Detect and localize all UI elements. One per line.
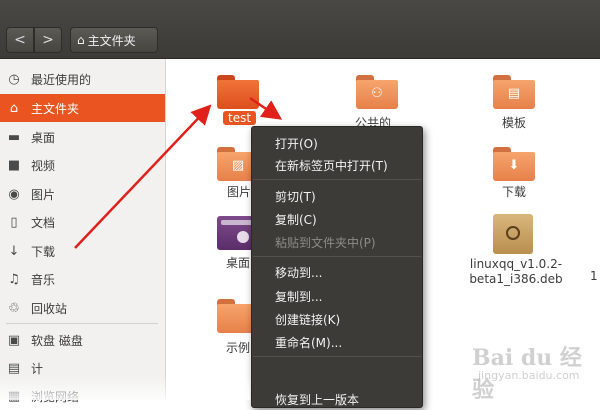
file-label-deb[interactable]: linuxqq_v1.0.2-beta1_i386.deb bbox=[466, 257, 566, 287]
sidebar-item-label: 计 bbox=[31, 361, 44, 376]
chevron-right-icon: > bbox=[42, 32, 54, 48]
file-label-examples[interactable]: 示例 bbox=[226, 339, 250, 356]
menu-item-open[interactable]: 打开(O) bbox=[275, 135, 318, 152]
file-label-partial[interactable]: 1 bbox=[590, 269, 598, 283]
document-icon: ▯ bbox=[10, 214, 18, 230]
menu-item-copy-to[interactable]: 复制到... bbox=[275, 288, 322, 305]
sidebar-item-music[interactable]: ♫ 音乐 bbox=[0, 265, 165, 293]
forward-button[interactable]: > bbox=[34, 27, 62, 53]
header-bar: < > ⌂ 主文件夹 bbox=[0, 0, 600, 59]
sidebar-item-downloads[interactable]: ↓ 下载 bbox=[0, 237, 165, 265]
menu-item-move-to[interactable]: 移动到... bbox=[275, 264, 322, 281]
download-arrow-icon: ⬇ bbox=[508, 158, 520, 173]
sidebar: ◷ 最近使用的 ⌂ 主文件夹 ▬ 桌面 ■ 视频 ◉ 图片 ▯ 文档 ↓ 下载 … bbox=[0, 59, 166, 404]
floppy-icon: ▣ bbox=[7, 332, 21, 348]
sidebar-item-videos[interactable]: ■ 视频 bbox=[0, 151, 165, 179]
sidebar-item-label: 软盘 磁盘 bbox=[31, 333, 83, 348]
file-label-pictures[interactable]: 图片 bbox=[227, 183, 251, 200]
bottom-fade bbox=[0, 376, 250, 400]
sidebar-item-label: 下载 bbox=[31, 244, 56, 259]
template-icon: ▤ bbox=[507, 86, 521, 101]
desktop-icon: ▬ bbox=[7, 129, 21, 145]
baidu-watermark-url: jingyan.baidu.com bbox=[478, 369, 580, 382]
trash-icon: ♲ bbox=[8, 300, 20, 316]
menu-item-copy[interactable]: 复制(C) bbox=[275, 211, 317, 228]
file-label-templates[interactable]: 模板 bbox=[502, 114, 526, 131]
sidebar-item-label: 视频 bbox=[31, 158, 56, 173]
music-icon: ♫ bbox=[8, 271, 20, 287]
file-label-desktop[interactable]: 桌面 bbox=[226, 254, 250, 271]
sidebar-item-floppy[interactable]: ▣ 软盘 磁盘 bbox=[0, 326, 165, 354]
sidebar-item-recent[interactable]: ◷ 最近使用的 bbox=[0, 65, 165, 93]
sidebar-item-label: 主文件夹 bbox=[31, 101, 80, 116]
camera-icon: ◉ bbox=[8, 186, 20, 202]
file-label-downloads[interactable]: 下载 bbox=[502, 183, 526, 200]
menu-separator bbox=[253, 256, 421, 257]
back-button[interactable]: < bbox=[6, 27, 34, 53]
sidebar-item-documents[interactable]: ▯ 文档 bbox=[0, 208, 165, 236]
sidebar-item-label: 图片 bbox=[31, 187, 56, 202]
download-icon: ↓ bbox=[8, 243, 20, 259]
share-icon: ⚇ bbox=[371, 86, 383, 101]
debian-swirl-icon bbox=[506, 226, 520, 240]
home-icon: ⌂ bbox=[9, 100, 19, 116]
sidebar-separator bbox=[6, 323, 158, 324]
sidebar-item-trash[interactable]: ♲ 回收站 bbox=[0, 294, 165, 322]
path-home-label: 主文件夹 bbox=[87, 33, 136, 48]
folder-icon[interactable] bbox=[217, 75, 259, 109]
sidebar-item-pictures[interactable]: ◉ 图片 bbox=[0, 180, 165, 208]
computer-icon: ▤ bbox=[7, 360, 21, 376]
sidebar-item-label: 桌面 bbox=[31, 130, 56, 145]
sidebar-item-home[interactable]: ⌂ 主文件夹 bbox=[0, 94, 165, 122]
home-icon: ⌂ bbox=[77, 33, 85, 47]
sidebar-item-desktop[interactable]: ▬ 桌面 bbox=[0, 123, 165, 151]
sidebar-item-label: 回收站 bbox=[31, 301, 68, 316]
sidebar-item-label: 音乐 bbox=[31, 272, 56, 287]
path-home-button[interactable]: ⌂ 主文件夹 bbox=[70, 27, 158, 53]
menu-item-open-new-tab[interactable]: 在新标签页中打开(T) bbox=[275, 157, 388, 174]
menu-separator bbox=[253, 179, 421, 180]
sidebar-item-label: 文档 bbox=[31, 215, 56, 230]
folder-downloads-icon[interactable]: ⬇ bbox=[493, 147, 535, 181]
package-icon[interactable] bbox=[493, 214, 533, 254]
folder-templates-icon[interactable]: ▤ bbox=[493, 75, 535, 109]
chevron-left-icon: < bbox=[14, 32, 26, 48]
menu-item-cut[interactable]: 剪切(T) bbox=[275, 188, 316, 205]
menu-separator bbox=[253, 356, 421, 357]
folder-public-icon[interactable]: ⚇ bbox=[356, 75, 398, 109]
video-icon: ■ bbox=[7, 157, 21, 173]
sidebar-item-label: 最近使用的 bbox=[31, 72, 92, 87]
menu-item-create-link[interactable]: 创建链接(K) bbox=[275, 311, 340, 328]
menu-item-paste-into-folder: 粘贴到文件夹中(P) bbox=[275, 236, 376, 250]
menu-item-rename[interactable]: 重命名(M)... bbox=[275, 334, 342, 351]
file-label-test[interactable]: test bbox=[223, 111, 257, 125]
context-menu: 打开(O) 在新标签页中打开(T) 剪切(T) 复制(C) 粘贴到文件夹中(P)… bbox=[251, 126, 423, 408]
clock-icon: ◷ bbox=[8, 71, 20, 87]
